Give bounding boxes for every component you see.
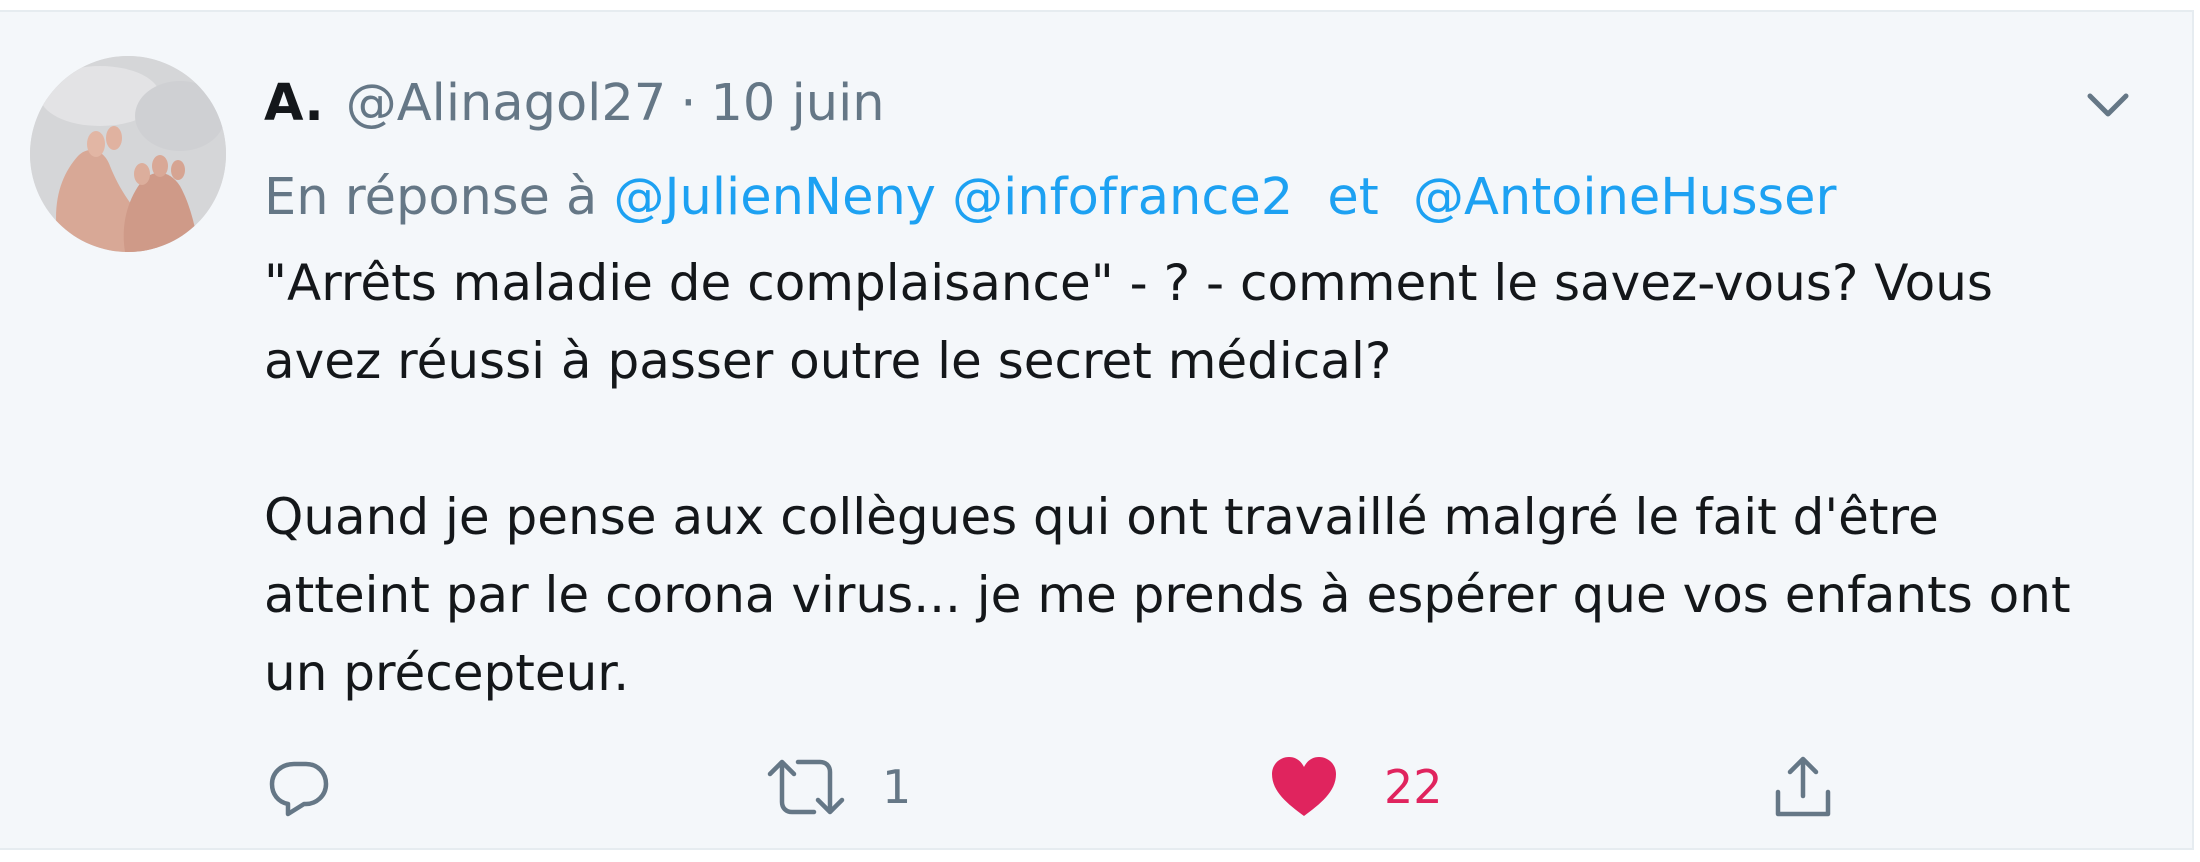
reply-context: En réponse à @JulienNeny @infofrance2 et… [264,162,1836,234]
like-button[interactable]: 22 [1268,742,1443,832]
mention-link[interactable]: @AntoineHusser [1413,168,1836,227]
reply-icon [269,761,329,817]
heart-icon [1272,757,1336,816]
tweet-text-line: "Arrêts maladie de complaisance" - ? - c… [264,254,1993,312]
chevron-down-icon[interactable] [2080,78,2136,134]
mention-link[interactable]: @JulienNeny [614,168,936,227]
tweet-header: A. @Alinagol27 · 10 juin [264,68,885,140]
reply-prefix: En réponse à [264,168,598,227]
avatar-image [30,56,226,252]
tweet-text-line: atteint par le corona virus... je me pre… [264,566,2071,624]
tweet-text-line: avez réussi à passer outre le secret méd… [264,332,1392,390]
mention-link[interactable]: @infofrance2 [952,168,1293,227]
tweet-card[interactable]: A. @Alinagol27 · 10 juin En réponse à @J… [0,10,2194,850]
reply-button[interactable] [264,742,334,832]
mention-conjunction: et [1327,168,1379,227]
author-name[interactable]: A. [264,68,324,140]
avatar[interactable] [30,56,226,252]
retweet-button[interactable]: 1 [764,742,911,832]
share-button[interactable] [1768,742,1838,832]
tweet-text: "Arrêts maladie de complaisance" - ? - c… [264,244,2164,712]
share-icon [1775,756,1831,817]
like-count: 22 [1384,760,1443,814]
retweet-count: 1 [882,760,912,814]
author-handle[interactable]: @Alinagol27 [346,68,666,140]
tweet-date[interactable]: 10 juin [710,68,884,140]
separator-dot: · [680,74,697,133]
tweet-actions: 1 22 [264,742,2144,832]
tweet-text-line: un précepteur. [264,644,630,702]
retweet-icon [767,759,845,815]
tweet-text-line: Quand je pense aux collègues qui ont tra… [264,488,1939,546]
